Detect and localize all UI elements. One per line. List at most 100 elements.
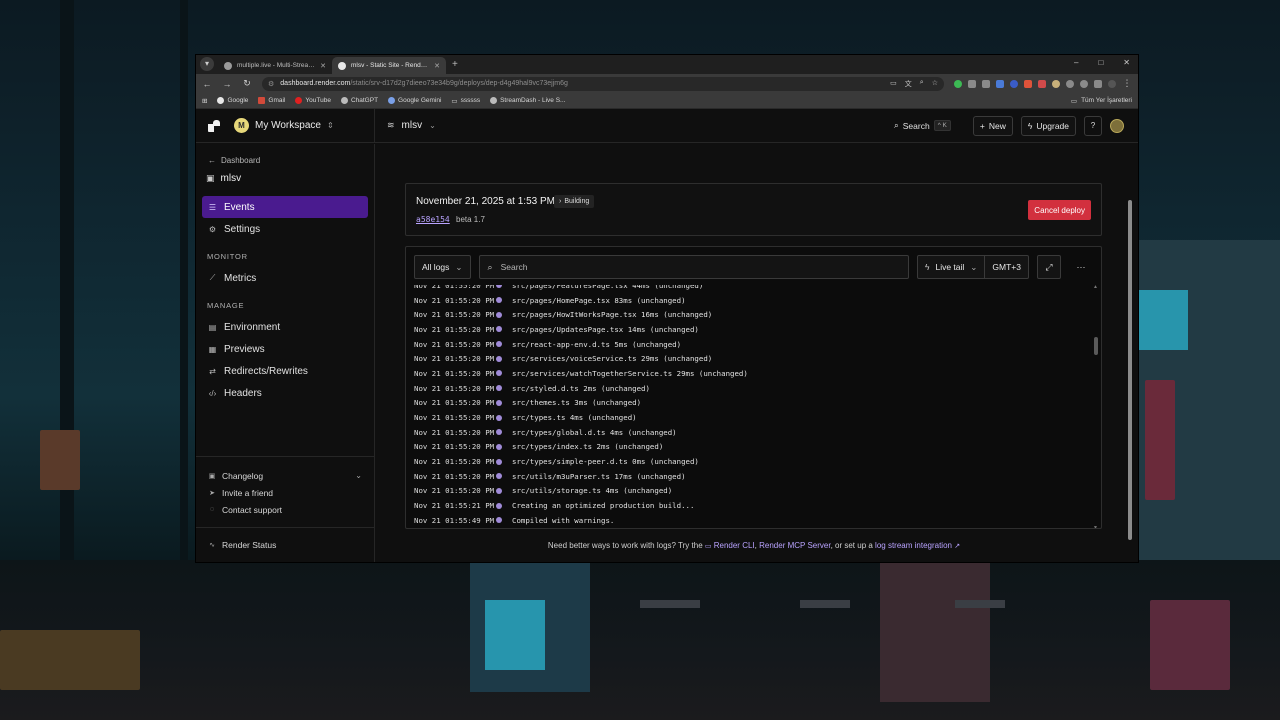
back-to-dashboard-link[interactable]: ← Dashboard bbox=[196, 156, 374, 165]
log-search-input[interactable] bbox=[500, 262, 900, 272]
workspace-switcher[interactable]: M My Workspace ⇕ bbox=[234, 118, 334, 133]
apps-grid-icon[interactable]: ⊞ bbox=[202, 97, 207, 105]
cast-icon[interactable]: ▭ bbox=[890, 79, 897, 89]
bookmark-label: ssssss bbox=[460, 97, 481, 104]
log-source-dot-icon bbox=[496, 443, 502, 450]
cancel-deploy-button[interactable]: Cancel deploy bbox=[1028, 200, 1091, 220]
sidebar-item-headers[interactable]: ‹/› Headers bbox=[202, 382, 368, 404]
download-icon[interactable] bbox=[968, 79, 976, 88]
tab-close-icon[interactable]: ✕ bbox=[434, 62, 440, 70]
bookmark-youtube[interactable]: YouTube bbox=[295, 97, 331, 104]
sidebar-item-metrics[interactable]: ⟋ Metrics bbox=[202, 267, 368, 289]
list-icon: ☰ bbox=[208, 202, 217, 212]
bookmark-star-icon[interactable]: ☆ bbox=[932, 79, 938, 89]
live-tail-select[interactable]: ϟ Live tail ⌄ bbox=[916, 255, 986, 279]
browser-tab-0[interactable]: multiple.live - Multi-Stream Das ✕ bbox=[218, 57, 332, 74]
search-button[interactable]: ⌕ Search ^ K bbox=[894, 120, 951, 131]
help-button[interactable]: ? bbox=[1084, 115, 1102, 136]
extension-icon[interactable] bbox=[1052, 79, 1060, 88]
expand-icon: ⤢ bbox=[1045, 261, 1053, 272]
log-message: src/utils/m3uParser.ts 17ms (unchanged) bbox=[512, 471, 686, 481]
extension-icon[interactable] bbox=[996, 79, 1004, 88]
project-switcher[interactable]: ≋ mlsv ⌄ bbox=[375, 120, 436, 131]
close-window-button[interactable]: ✕ bbox=[1123, 58, 1130, 67]
contact-support-link[interactable]: ◌ Contact support bbox=[196, 501, 374, 518]
render-logo-icon[interactable] bbox=[208, 119, 220, 132]
log-scroll-thumb[interactable] bbox=[1094, 337, 1098, 355]
new-tab-button[interactable]: + bbox=[452, 59, 458, 70]
sidebar-item-events[interactable]: ☰ Events bbox=[202, 196, 368, 218]
render-mcp-link[interactable]: Render MCP Server bbox=[759, 541, 830, 550]
puzzle-icon[interactable] bbox=[1094, 79, 1102, 88]
bookmark-chatgpt[interactable]: ChatGPT bbox=[340, 97, 378, 104]
folder-icon: ▭ bbox=[1070, 97, 1078, 105]
log-scrollbar[interactable]: ▲ ▼ bbox=[1093, 284, 1098, 528]
new-label: New bbox=[988, 120, 1006, 131]
extension-icon[interactable] bbox=[954, 79, 962, 88]
log-filter-select[interactable]: All logs ⌄ bbox=[414, 255, 471, 279]
translate-icon[interactable]: 文 bbox=[905, 79, 912, 89]
changelog-icon: ▣ bbox=[208, 472, 216, 480]
bookmark-folder[interactable]: ▭ ssssss bbox=[451, 97, 480, 105]
invite-friend-link[interactable]: ➤ Invite a friend bbox=[196, 484, 374, 501]
changelog-link[interactable]: ▣ Changelog ⌄ bbox=[196, 467, 374, 484]
log-timestamp: Nov 21 01:55:20 PM bbox=[414, 285, 495, 290]
extension-icon[interactable] bbox=[982, 79, 990, 88]
tab-search-button[interactable]: ▾ bbox=[200, 57, 214, 71]
timezone-select[interactable]: GMT+3 bbox=[985, 255, 1029, 279]
scroll-down-icon[interactable]: ▼ bbox=[1093, 525, 1098, 528]
sidebar-item-previews[interactable]: ▦ Previews bbox=[202, 338, 368, 360]
bookmark-gmail[interactable]: Gmail bbox=[258, 97, 285, 104]
chevron-down-icon: ⌄ bbox=[355, 471, 362, 480]
url-field[interactable]: ⚙ dashboard.render.com/static/srv-d17d2g… bbox=[262, 76, 944, 91]
window-controls: – □ ✕ bbox=[1074, 58, 1130, 67]
fullscreen-button[interactable]: ⤢ bbox=[1037, 255, 1061, 279]
browser-menu-icon[interactable]: ⋮ bbox=[1122, 78, 1132, 89]
new-button[interactable]: + New bbox=[972, 115, 1013, 136]
more-options-button[interactable]: ··· bbox=[1069, 255, 1093, 279]
scroll-up-icon[interactable]: ▲ bbox=[1093, 284, 1098, 290]
upgrade-button[interactable]: ϟ Upgrade bbox=[1020, 115, 1076, 136]
bookmark-google[interactable]: Google bbox=[217, 97, 248, 104]
render-status-link[interactable]: ∿ Render Status bbox=[196, 536, 374, 553]
extension-icon[interactable] bbox=[1080, 79, 1088, 88]
extension-icon[interactable] bbox=[1024, 79, 1032, 88]
log-line: Nov 21 01:55:20 PM src/react-app-env.d.ts… bbox=[406, 337, 1091, 352]
chevron-down-icon: ⌄ bbox=[970, 261, 978, 272]
all-bookmarks[interactable]: ▭ Tüm Yer İşaretleri bbox=[1071, 97, 1132, 105]
extension-icon[interactable] bbox=[1038, 79, 1046, 88]
page-scrollbar[interactable] bbox=[1128, 200, 1132, 540]
sidebar-item-settings[interactable]: ⚙ Settings bbox=[202, 218, 368, 240]
tab-close-icon[interactable]: ✕ bbox=[320, 62, 326, 70]
forward-arrow-icon[interactable]: → bbox=[222, 79, 232, 89]
browser-tab-1[interactable]: mlsv - Static Site - Render Das ✕ bbox=[332, 57, 446, 74]
app-topbar: M My Workspace ⇕ ≋ mlsv ⌄ ⌕ Search ^ K +… bbox=[196, 109, 1138, 143]
minimize-button[interactable]: – bbox=[1074, 58, 1078, 67]
site-info-icon[interactable]: ⚙ bbox=[268, 80, 274, 88]
logs-footer: Need better ways to work with logs? Try … bbox=[376, 541, 1132, 550]
log-timestamp: Nov 21 01:55:20 PM bbox=[414, 383, 495, 393]
render-dashboard: M My Workspace ⇕ ≋ mlsv ⌄ ⌕ Search ^ K +… bbox=[196, 109, 1138, 562]
render-cli-link[interactable]: Render CLI bbox=[714, 541, 755, 550]
user-avatar[interactable] bbox=[1110, 118, 1124, 133]
tab-strip: ▾ multiple.live - Multi-Stream Das ✕ mls… bbox=[196, 55, 1138, 74]
bookmark-gemini[interactable]: Google Gemini bbox=[388, 97, 441, 104]
bookmark-streamdash[interactable]: StreamDash - Live S... bbox=[490, 97, 565, 104]
sidebar-item-redirects[interactable]: ⇄ Redirects/Rewrites bbox=[202, 360, 368, 382]
live-tail-label: Live tail bbox=[935, 262, 965, 272]
commit-link[interactable]: a58e154 bbox=[416, 215, 450, 224]
tab-favicon-icon bbox=[224, 61, 232, 70]
zoom-icon[interactable]: ⌕ bbox=[920, 79, 924, 89]
extension-icon[interactable] bbox=[1066, 79, 1074, 88]
search-shortcut: ^ K bbox=[933, 120, 951, 131]
sidebar-item-environment[interactable]: ▤ Environment bbox=[202, 316, 368, 338]
profile-avatar-icon[interactable] bbox=[1108, 79, 1116, 88]
topbar-right: ⌕ Search ^ K + New ϟ Upgrade ? bbox=[894, 115, 1138, 136]
log-stream-link[interactable]: log stream integration bbox=[875, 541, 952, 550]
back-arrow-icon[interactable]: ← bbox=[202, 79, 212, 89]
browser-window: ▾ multiple.live - Multi-Stream Das ✕ mls… bbox=[196, 55, 1138, 562]
log-timestamp: Nov 21 01:55:20 PM bbox=[414, 398, 495, 408]
reload-icon[interactable]: ↻ bbox=[242, 78, 252, 89]
maximize-button[interactable]: □ bbox=[1098, 58, 1103, 67]
extension-icon[interactable] bbox=[1010, 79, 1018, 88]
